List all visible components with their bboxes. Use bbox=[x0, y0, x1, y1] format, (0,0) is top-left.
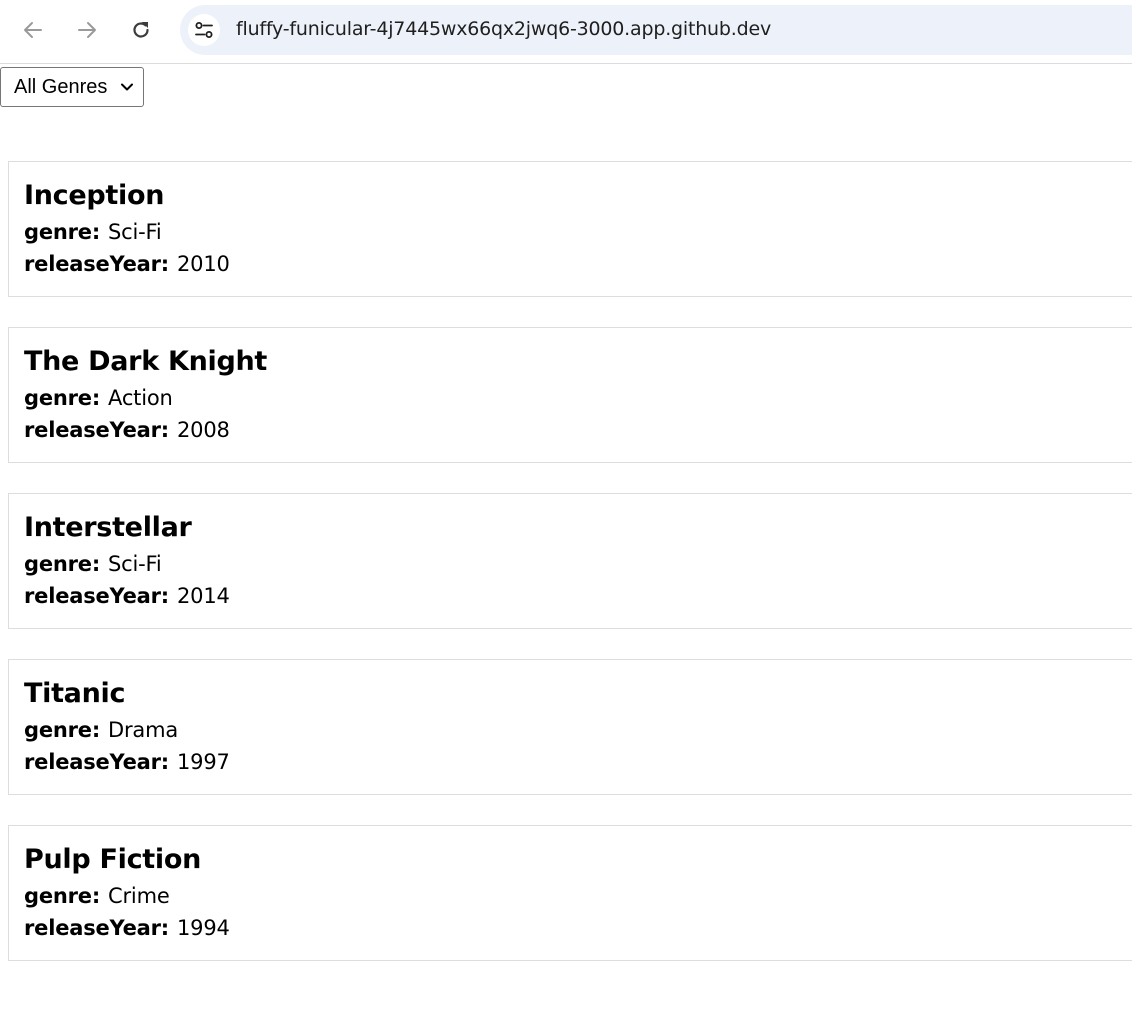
tune-icon bbox=[195, 22, 213, 38]
genre-value: Drama bbox=[108, 718, 179, 742]
movie-card: Pulp Fiction genre: Crime releaseYear: 199… bbox=[8, 825, 1132, 961]
movie-card: Inception genre: Sci-Fi releaseYear: 2010 bbox=[8, 161, 1132, 297]
release-year-value: 2014 bbox=[177, 584, 230, 608]
release-year-value: 2008 bbox=[177, 418, 230, 442]
movie-title: Interstellar bbox=[24, 512, 192, 543]
genre-label: genre: bbox=[24, 552, 101, 576]
movie-year-row: releaseYear: 2008 bbox=[24, 418, 230, 442]
release-year-label: releaseYear: bbox=[24, 418, 169, 442]
release-year-label: releaseYear: bbox=[24, 584, 169, 608]
browser-toolbar: fluffy-funicular-4j7445wx66qx2jwq6-3000.… bbox=[0, 0, 1132, 64]
movie-title: The Dark Knight bbox=[24, 346, 268, 377]
release-year-value: 2010 bbox=[177, 252, 230, 276]
release-year-label: releaseYear: bbox=[24, 252, 169, 276]
genre-filter-select[interactable]: All Genres bbox=[0, 67, 144, 107]
chevron-down-icon bbox=[121, 83, 133, 91]
movie-genre-row: genre: Sci-Fi bbox=[24, 552, 162, 576]
page-content: All Genres Inception genre: Sci-Fi releas… bbox=[0, 65, 1132, 1021]
movie-year-row: releaseYear: 2010 bbox=[24, 252, 230, 276]
movie-genre-row: genre: Action bbox=[24, 386, 173, 410]
release-year-label: releaseYear: bbox=[24, 916, 169, 940]
genre-value: Action bbox=[108, 386, 173, 410]
reload-icon bbox=[133, 22, 149, 38]
movie-card: Interstellar genre: Sci-Fi releaseYear: 20… bbox=[8, 493, 1132, 629]
movie-genre-row: genre: Drama bbox=[24, 718, 178, 742]
genre-filter-value: All Genres bbox=[14, 75, 108, 98]
back-button[interactable] bbox=[15, 14, 51, 46]
genre-value: Sci-Fi bbox=[108, 220, 162, 244]
movie-year-row: releaseYear: 1997 bbox=[24, 750, 230, 774]
genre-value: Crime bbox=[108, 884, 170, 908]
release-year-value: 1994 bbox=[177, 916, 230, 940]
reload-button[interactable] bbox=[123, 14, 159, 46]
movie-title: Inception bbox=[24, 180, 165, 211]
arrow-left-icon bbox=[24, 22, 42, 38]
movie-genre-row: genre: Sci-Fi bbox=[24, 220, 162, 244]
movie-title: Titanic bbox=[24, 678, 126, 709]
movie-title: Pulp Fiction bbox=[24, 844, 202, 875]
movie-year-row: releaseYear: 2014 bbox=[24, 584, 230, 608]
release-year-value: 1997 bbox=[177, 750, 230, 774]
address-bar[interactable]: fluffy-funicular-4j7445wx66qx2jwq6-3000.… bbox=[180, 5, 1132, 55]
genre-label: genre: bbox=[24, 386, 101, 410]
movie-year-row: releaseYear: 1994 bbox=[24, 916, 230, 940]
movie-card: The Dark Knight genre: Action releaseYear… bbox=[8, 327, 1132, 463]
url-text[interactable]: fluffy-funicular-4j7445wx66qx2jwq6-3000.… bbox=[236, 18, 771, 40]
site-info-button[interactable] bbox=[188, 14, 220, 46]
movie-card: Titanic genre: Drama releaseYear: 1997 bbox=[8, 659, 1132, 795]
forward-button[interactable] bbox=[69, 14, 105, 46]
movie-genre-row: genre: Crime bbox=[24, 884, 170, 908]
genre-label: genre: bbox=[24, 220, 101, 244]
genre-label: genre: bbox=[24, 884, 101, 908]
genre-value: Sci-Fi bbox=[108, 552, 162, 576]
arrow-right-icon bbox=[78, 22, 96, 38]
release-year-label: releaseYear: bbox=[24, 750, 169, 774]
genre-label: genre: bbox=[24, 718, 101, 742]
